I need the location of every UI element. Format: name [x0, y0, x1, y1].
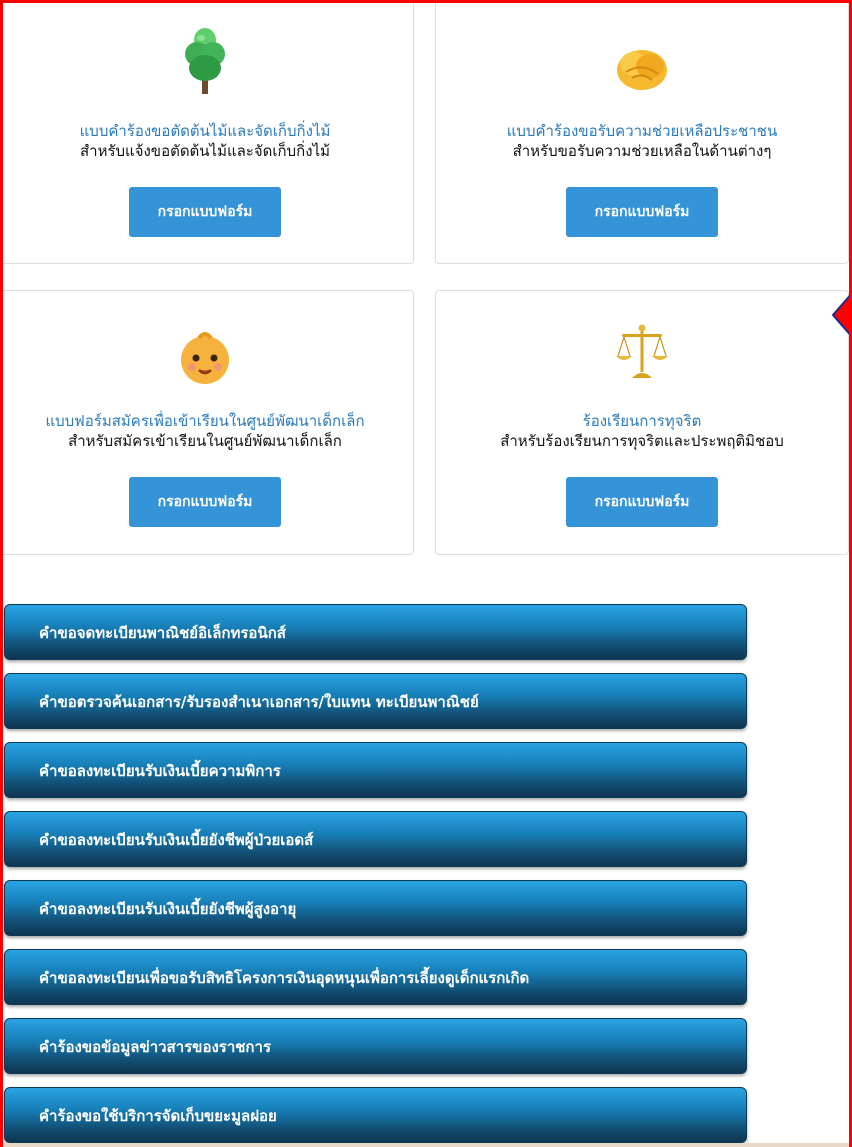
card-public-assistance: แบบคำร้องขอรับความช่วยเหลือประชาชน สำหรั… — [435, 0, 849, 264]
scales-icon — [616, 324, 668, 378]
card-tree-cutting: แบบคำร้องขอตัดต้นไม้และจัดเก็บกิ่งไม้ สำ… — [0, 0, 414, 264]
service-item-ecommerce-registration[interactable]: คำขอจดทะเบียนพาณิชย์อิเล็กทรอนิกส์ — [4, 604, 747, 660]
service-item-waste-collection[interactable]: คำร้องขอใช้บริการจัดเก็บขยะมูลฝอย — [4, 1087, 747, 1143]
card-description: สำหรับแจ้งขอตัดต้นไม้และจัดเก็บกิ่งไม้ — [79, 142, 330, 160]
service-item-newborn-subsidy[interactable]: คำขอลงทะเบียนเพื่อขอรับสิทธิโครงการเงินอ… — [4, 949, 747, 1005]
fill-form-button[interactable]: กรอกแบบฟอร์ม — [129, 187, 281, 237]
baby-icon — [181, 332, 229, 384]
fill-form-button[interactable]: กรอกแบบฟอร์ม — [566, 477, 718, 527]
card-child-center-enrollment: แบบฟอร์มสมัครเพื่อเข้าเรียนในศูนย์พัฒนาเ… — [0, 290, 414, 555]
service-item-official-information-request[interactable]: คำร้องขอข้อมูลข่าวสารของราชการ — [4, 1018, 747, 1074]
bottom-divider — [0, 1143, 852, 1147]
tree-icon — [185, 28, 225, 94]
fill-form-button[interactable]: กรอกแบบฟอร์ม — [129, 477, 281, 527]
card-description: สำหรับร้องเรียนการทุจริตและประพฤติมิชอบ — [500, 432, 784, 450]
callout-arrow-icon — [831, 291, 852, 339]
service-item-commercial-document-request[interactable]: คำขอตรวจค้นเอกสาร/รับรองสำเนาเอกสาร/ใบแท… — [4, 673, 747, 729]
service-item-aids-allowance[interactable]: คำขอลงทะเบียนรับเงินเบี้ยยังชีพผู้ป่วยเอ… — [4, 811, 747, 867]
card-description: สำหรับสมัครเข้าเรียนในศูนย์พัฒนาเด็กเล็ก — [68, 432, 342, 450]
card-corruption-complaint: ร้องเรียนการทุจริต สำหรับร้องเรียนการทุจ… — [435, 290, 849, 555]
service-item-disability-allowance[interactable]: คำขอลงทะเบียนรับเงินเบี้ยความพิการ — [4, 742, 747, 798]
fill-form-button[interactable]: กรอกแบบฟอร์ม — [566, 187, 718, 237]
card-description: สำหรับขอรับความช่วยเหลือในด้านต่างๆ — [512, 142, 772, 160]
handshake-icon — [617, 50, 667, 90]
service-item-elderly-allowance[interactable]: คำขอลงทะเบียนรับเงินเบี้ยยังชีพผู้สูงอาย… — [4, 880, 747, 936]
